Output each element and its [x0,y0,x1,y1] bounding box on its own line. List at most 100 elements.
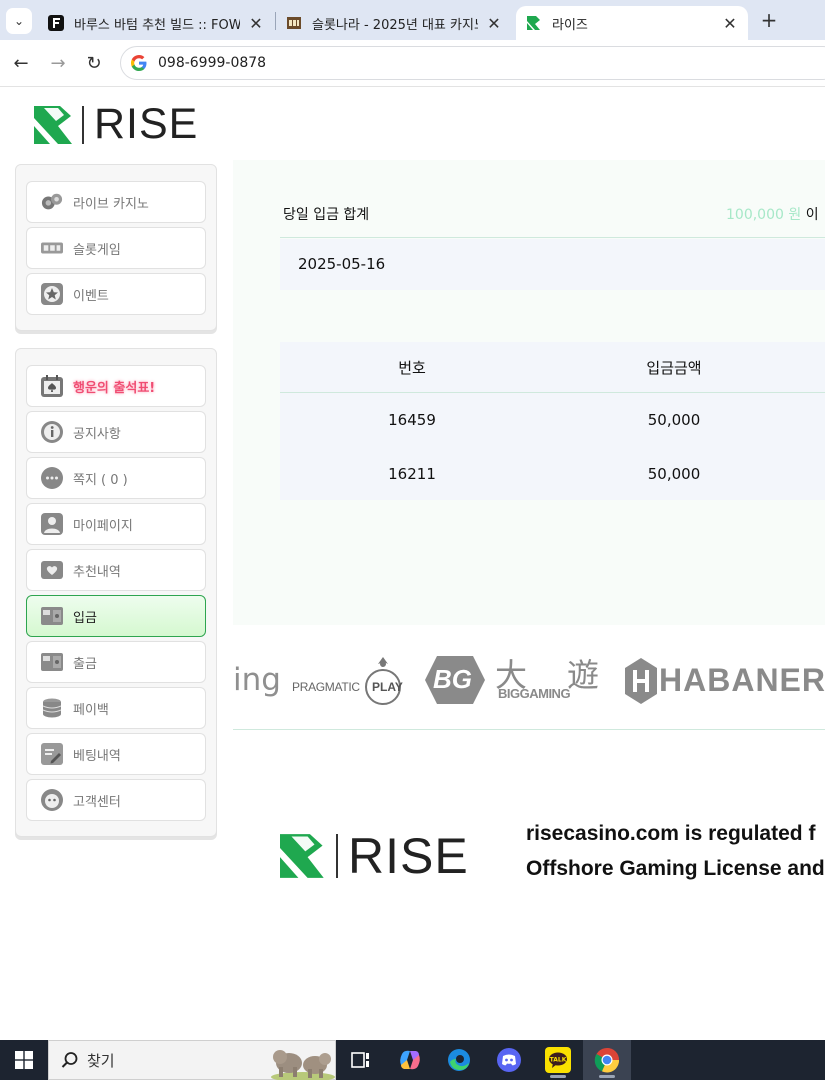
coins-icon [41,697,63,719]
reload-button[interactable]: ↻ [83,52,105,74]
sidebar-item-label: 라이브 카지노 [73,196,149,212]
sidebar-item-label: 행운의 출석표! [73,380,156,396]
slot-machine-icon [41,237,63,259]
discord-icon [497,1048,521,1072]
logo-text: RISE [94,100,199,148]
copilot-button[interactable] [397,1047,423,1073]
sidebar-item-label: 쪽지 ( 0 ) [73,472,128,488]
taskbar-search-label: 찾기 [87,1051,115,1070]
sidebar-item-event[interactable]: 이벤트 [26,273,206,315]
habanero-logo-icon [625,658,657,704]
sidebar-item-payback[interactable]: 페이백 [26,687,206,729]
row-number: 16211 [388,465,436,483]
sidebar-games-panel: 라이브 카지노 슬롯게임 이벤트 [15,164,217,331]
sidebar-item-messages[interactable]: 쪽지 ( 0 ) [26,457,206,499]
sidebar-item-slot-games[interactable]: 슬롯게임 [26,227,206,269]
arrow-right-icon: → [50,52,66,74]
sidebar-item-label: 마이페이지 [73,518,133,534]
tab-title: 바루스 바텀 추천 빌드 :: FOW.KR [74,17,240,33]
table-header: 번호 입금금액 [280,342,825,393]
running-indicator [550,1075,566,1078]
sidebar-item-label: 베팅내역 [73,748,121,764]
edge-button[interactable] [446,1047,472,1073]
url-text: 098-6999-0878 [158,55,267,71]
provider-pragmatic-play[interactable]: PRAGMATIC PLAY [292,654,404,714]
fow-favicon-icon [48,15,64,31]
provider-logo-strip: ing PRAGMATIC PLAY BG 大 遊 BIGGAMING HABA… [233,640,825,730]
logo-divider [336,834,338,878]
pragmatic-text: PRAGMATIC [292,680,360,694]
back-button[interactable]: ← [10,52,32,74]
chrome-icon [594,1048,620,1073]
slot-favicon-icon [287,17,301,29]
heart-box-icon [41,559,63,581]
address-bar[interactable]: 098-6999-0878 [120,46,825,80]
sidebar-item-deposit[interactable]: 입금 [26,595,206,637]
sidebar-item-support[interactable]: 고객센터 [26,779,206,821]
provider-big-gaming[interactable]: BG 大 遊 BIGGAMING [423,654,599,710]
column-header-amount: 입금금액 [646,359,702,377]
google-icon [131,55,147,71]
taskbar-search-box[interactable]: 찾기 [48,1040,336,1080]
footer-license-text: risecasino.com is regulated f Offshore G… [526,816,825,886]
wallet-out-icon [41,651,63,673]
info-icon [41,421,63,443]
footer-logo-text: RISE [348,828,469,884]
deposit-date: 2025-05-16 [298,255,386,273]
search-icon [61,1052,78,1068]
browser-tab-1[interactable]: 바루스 바텀 추천 빌드 :: FOW.KR ✕ [38,6,274,40]
site-logo[interactable]: RISE [34,103,198,146]
new-tab-button[interactable]: + [758,8,780,32]
sidebar-item-bet-history[interactable]: 베팅내역 [26,733,206,775]
kakaotalk-icon: TALK [545,1047,571,1073]
task-view-button[interactable] [348,1047,374,1073]
tab-title: 슬롯나라 - 2025년 대표 카지노 사이트 [312,17,478,33]
chat-icon [41,467,63,489]
rise-logo-mark-icon [280,834,324,878]
sidebar-item-mypage[interactable]: 마이페이지 [26,503,206,545]
windows-start-icon[interactable] [15,1051,33,1069]
sidebar-item-live-casino[interactable]: 라이브 카지노 [26,181,206,223]
tab-title: 라이즈 [552,17,588,33]
habanero-text: HABANERO [659,662,825,698]
edge-icon [448,1049,470,1071]
bg-name: BIGGAMING [498,686,571,701]
sidebar-item-label: 고객센터 [73,794,121,810]
rise-logo-mark-icon [34,105,72,144]
support-icon [41,789,63,811]
logo-divider [82,105,84,144]
browser-toolbar: ← → ↻ 098-6999-0878 [0,40,825,87]
close-icon[interactable]: ✕ [248,14,264,33]
close-icon[interactable]: ✕ [486,14,502,33]
star-icon [41,283,63,305]
sidebar-item-label: 페이백 [73,702,109,718]
sidebar-item-attendance[interactable]: 행운의 출석표! [26,365,206,407]
close-icon[interactable]: ✕ [722,14,738,33]
row-amount: 50,000 [647,411,701,429]
deposit-date-row[interactable]: 2025-05-16 [280,239,825,290]
provider-partial-logo[interactable]: ing [233,662,281,698]
provider-habanero[interactable]: HABANERO [623,656,825,710]
sidebar-item-withdraw[interactable]: 출금 [26,641,206,683]
sidebar-item-referral[interactable]: 추천내역 [26,549,206,591]
tab-search-button[interactable]: ⌄ [6,8,32,34]
sidebar-item-label: 출금 [73,656,97,672]
copilot-icon [400,1050,420,1070]
arrow-left-icon: ← [13,52,29,74]
chevron-down-icon: ⌄ [13,14,25,28]
sidebar-item-label: 슬롯게임 [73,242,121,258]
sidebar-item-label: 이벤트 [73,288,109,304]
browser-tab-2[interactable]: 슬롯나라 - 2025년 대표 카지노 사이트 ✕ [276,6,512,40]
row-number: 16459 [388,411,436,429]
summary-suffix: 이 [805,207,819,223]
kakaotalk-button[interactable]: TALK [545,1047,571,1078]
browser-tab-3[interactable]: 라이즈 ✕ [516,6,748,40]
discord-button[interactable] [496,1047,522,1073]
footer-line-1: risecasino.com is regulated f [526,822,816,845]
footer-logo[interactable]: RISE [280,831,469,881]
forward-button[interactable]: → [47,52,69,74]
sidebar-item-label: 입금 [73,610,97,626]
bg-badge-text: BG [433,664,472,694]
sidebar-item-notice[interactable]: 공지사항 [26,411,206,453]
chrome-button[interactable] [583,1040,631,1080]
